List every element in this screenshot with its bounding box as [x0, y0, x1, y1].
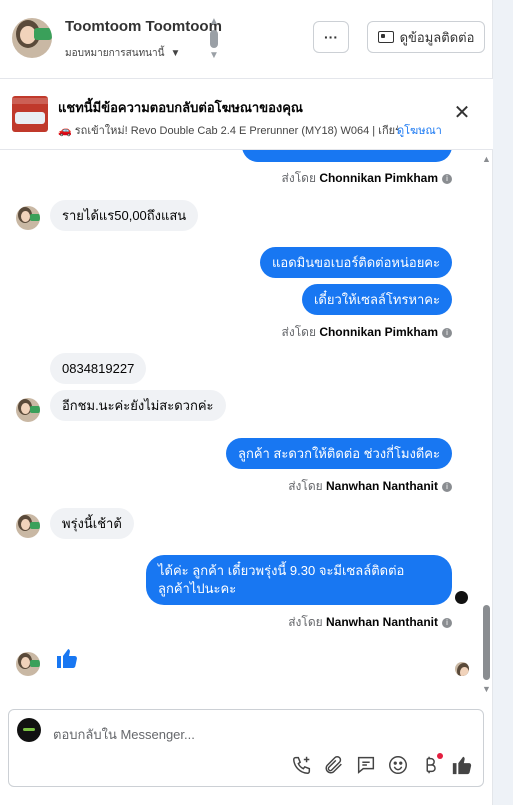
notification-dot — [437, 753, 443, 759]
message-bubble-outgoing[interactable]: เดี๋ยวให้เซลล์โทรหาคะ — [301, 284, 452, 315]
add-call-icon[interactable] — [291, 754, 313, 776]
more-options-button[interactable]: ··· — [313, 21, 349, 53]
info-icon[interactable]: i — [442, 327, 452, 338]
ad-reply-banner: แชทนี้มีข้อความตอบกลับต่อโฆษณาของคุณ 🚗 ร… — [0, 79, 493, 150]
like-button-icon[interactable] — [451, 754, 473, 776]
right-edge-panel — [492, 0, 513, 805]
view-ad-link[interactable]: ดูโฆษณา — [397, 121, 442, 139]
assign-conversation-dropdown[interactable]: มอบหมายการสนทนานี้ ▼ — [65, 46, 180, 61]
contact-avatar-small — [16, 514, 40, 538]
message-bubble-outgoing[interactable]: ได้ค่ะ ลูกค้า เดี๋ยวพรุ่งนี้ 9.30 จะมีเซ… — [146, 555, 452, 605]
like-sticker-icon[interactable] — [55, 646, 79, 670]
reply-input[interactable]: ตอบกลับใน Messenger... — [53, 724, 195, 745]
info-icon[interactable]: i — [442, 173, 452, 184]
thread-scrollbar[interactable]: ▲ ▼ — [480, 150, 493, 695]
message-thread[interactable]: ส่งโดย Chonnikan Pimkham i รายได้แร50,00ถ… — [0, 150, 480, 695]
message-bubble-outgoing[interactable]: แอดมินขอเบอร์ติดต่อหน่อยคะ — [260, 247, 452, 278]
message-bubble-incoming[interactable]: 0834819227 — [50, 353, 147, 384]
saved-replies-icon[interactable] — [355, 754, 377, 776]
view-contact-info-button[interactable]: ดูข้อมูลติดต่อ — [367, 21, 485, 53]
sent-by-label: ส่งโดย Chonnikan Pimkham i — [282, 169, 452, 188]
emoji-icon[interactable] — [387, 754, 409, 776]
sent-by-label: ส่งโดย Nanwhan Nanthanit i — [288, 477, 452, 496]
message-bubble-incoming[interactable]: อีกชม.นะค่ะยังไม่สะดวกค่ะ — [50, 390, 226, 421]
contact-name[interactable]: Toomtoom Toomtoom — [65, 18, 222, 35]
conversation-header: Toomtoom Toomtoom มอบหมายการสนทนานี้ ▼ ▲ … — [0, 0, 493, 79]
seen-contact-avatar — [455, 662, 469, 676]
contact-avatar[interactable] — [12, 18, 52, 58]
message-line: ลูกค้าไปนะคะ — [158, 581, 237, 596]
close-icon[interactable]: ✕ — [452, 103, 472, 123]
ad-banner-subtitle: 🚗 รถเข้าใหม่! Revo Double Cab 2.4 E Prer… — [58, 125, 398, 137]
message-bubble-outgoing[interactable]: ลูกค้า สะดวกให้ติดต่อ ช่วงกี่โมงดีคะ — [225, 438, 452, 469]
reply-composer: ตอบกลับใน Messenger... — [8, 709, 484, 787]
message-bubble-incoming[interactable]: พรุ่งนี้เช้าต้ — [50, 508, 134, 539]
contact-avatar-small — [16, 652, 40, 676]
sent-by-label: ส่งโดย Nanwhan Nanthanit i — [288, 613, 452, 632]
message-bubble-outgoing[interactable] — [242, 150, 452, 162]
contact-avatar-small — [16, 398, 40, 422]
info-icon[interactable]: i — [442, 481, 452, 492]
contact-card-icon — [377, 31, 394, 43]
seen-page-avatar — [455, 591, 468, 604]
stepper-handle[interactable] — [210, 30, 218, 48]
message-bubble-incoming[interactable]: รายได้แร50,00ถึงแสน — [50, 200, 199, 231]
scroll-up-icon[interactable]: ▲ — [482, 154, 491, 164]
scrollbar-thumb[interactable] — [483, 605, 490, 680]
assign-label: มอบหมายการสนทนานี้ — [65, 48, 165, 59]
composer-toolbar — [291, 753, 473, 776]
ad-thumbnail[interactable] — [12, 96, 48, 132]
info-icon[interactable]: i — [442, 617, 452, 628]
page-avatar — [17, 718, 41, 742]
down-arrow-icon[interactable]: ▼ — [209, 50, 219, 61]
sent-by-label: ส่งโดย Chonnikan Pimkham i — [282, 323, 452, 342]
scroll-down-icon[interactable]: ▼ — [482, 684, 491, 694]
conversation-nav-stepper[interactable]: ▲ ▼ — [207, 16, 221, 62]
payment-icon[interactable] — [419, 753, 443, 776]
view-contact-info-label: ดูข้อมูลติดต่อ — [399, 29, 475, 45]
caret-down-icon: ▼ — [170, 48, 181, 59]
ad-banner-title: แชทนี้มีข้อความตอบกลับต่อโฆษณาของคุณ — [58, 100, 303, 115]
contact-avatar-small — [16, 206, 40, 230]
up-arrow-icon[interactable]: ▲ — [209, 16, 219, 27]
message-line: ได้ค่ะ ลูกค้า เดี๋ยวพรุ่งนี้ 9.30 จะมีเซ… — [158, 563, 405, 578]
attachment-icon[interactable] — [323, 754, 345, 776]
